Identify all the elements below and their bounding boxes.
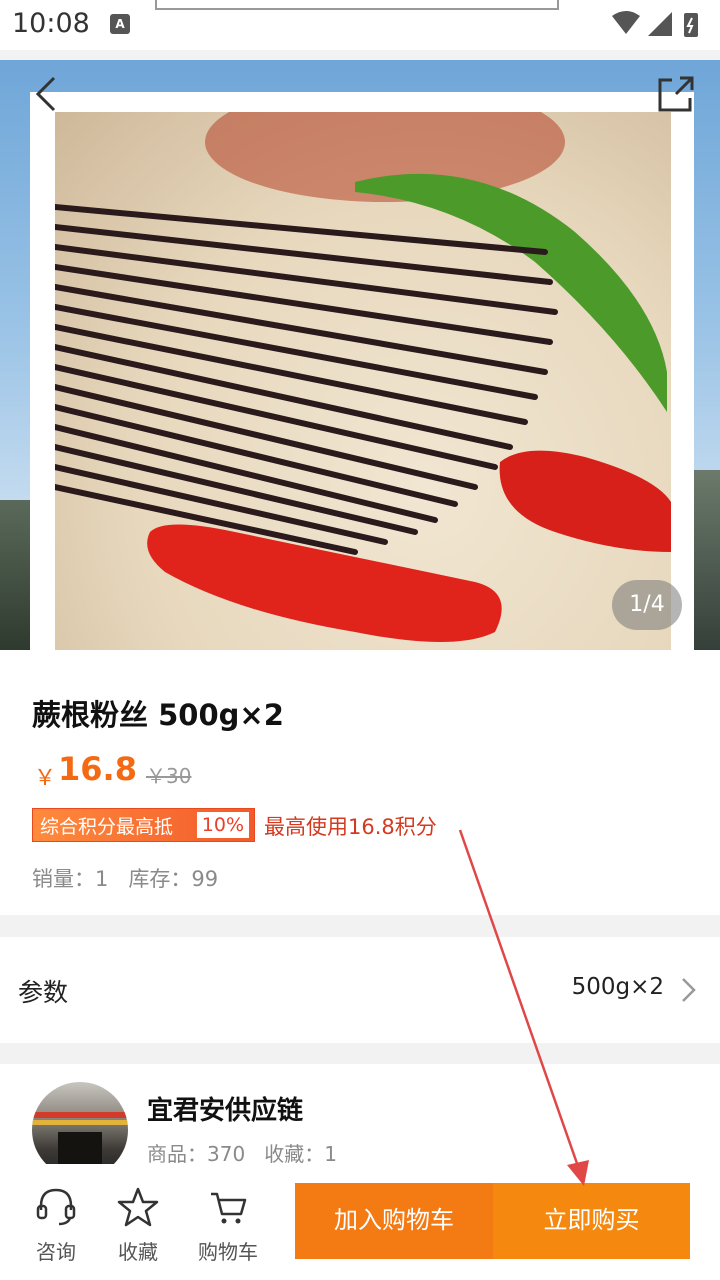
buy-now-button[interactable]: 立即购买 (493, 1183, 690, 1259)
signal-icon (648, 12, 672, 36)
headset-icon (36, 1188, 76, 1226)
favorite-button[interactable]: 收藏 (98, 1164, 178, 1280)
original-price: ￥30 (146, 764, 192, 788)
status-bar: 10:08 A (0, 0, 720, 50)
noodles-illustration (55, 112, 671, 642)
consult-button[interactable]: 咨询 (16, 1164, 96, 1280)
product-image-carousel[interactable]: 1/4 (0, 60, 720, 650)
params-value: 500g×2 (571, 974, 664, 1000)
product-info: 蕨根粉丝 500g×2 ￥ 16.8 ￥30 综合积分最高抵 10% 最高使用1… (0, 650, 720, 915)
image-counter: 1/4 (612, 580, 682, 630)
price-currency: ￥ (34, 766, 57, 791)
cart-nav-button[interactable]: 购物车 (180, 1164, 276, 1280)
screen-notch (155, 0, 559, 10)
share-icon[interactable] (654, 72, 698, 116)
cart-label: 购物车 (198, 1240, 258, 1264)
add-to-cart-button[interactable]: 加入购物车 (295, 1183, 493, 1259)
shop-name: 宜君安供应链 (147, 1096, 304, 1126)
product-title: 蕨根粉丝 500g×2 (32, 698, 284, 732)
status-icons (612, 11, 698, 37)
cart-icon (211, 1192, 247, 1224)
notification-a-icon: A (110, 14, 130, 34)
shop-card[interactable]: 宜君安供应链 商品：370 收藏：1 (0, 1064, 720, 1164)
points-badge-percent: 10% (196, 812, 249, 838)
points-badge-label: 综合积分最高抵 (40, 816, 174, 838)
shop-stats: 商品：370 收藏：1 (147, 1142, 337, 1164)
background-rocks (690, 470, 720, 650)
status-time: 10:08 (12, 8, 90, 39)
consult-label: 咨询 (36, 1240, 76, 1264)
product-photo (55, 112, 671, 650)
back-icon[interactable] (28, 72, 72, 116)
product-price: 16.8 (58, 750, 137, 788)
shop-avatar (32, 1082, 128, 1164)
points-badge: 综合积分最高抵 10% (32, 808, 255, 842)
bottom-action-bar: 咨询 收藏 购物车 加入购物车 立即购买 (0, 1164, 720, 1280)
background-rocks (0, 500, 30, 650)
chevron-right-icon (682, 978, 696, 1002)
points-note: 最高使用16.8积分 (264, 815, 437, 839)
sales-stock: 销量：1 库存：99 (32, 867, 219, 891)
params-label: 参数 (18, 978, 69, 1007)
wifi-icon (612, 11, 640, 34)
star-icon (117, 1187, 159, 1227)
favorite-label: 收藏 (118, 1240, 158, 1264)
params-row[interactable]: 参数 500g×2 (0, 937, 720, 1043)
